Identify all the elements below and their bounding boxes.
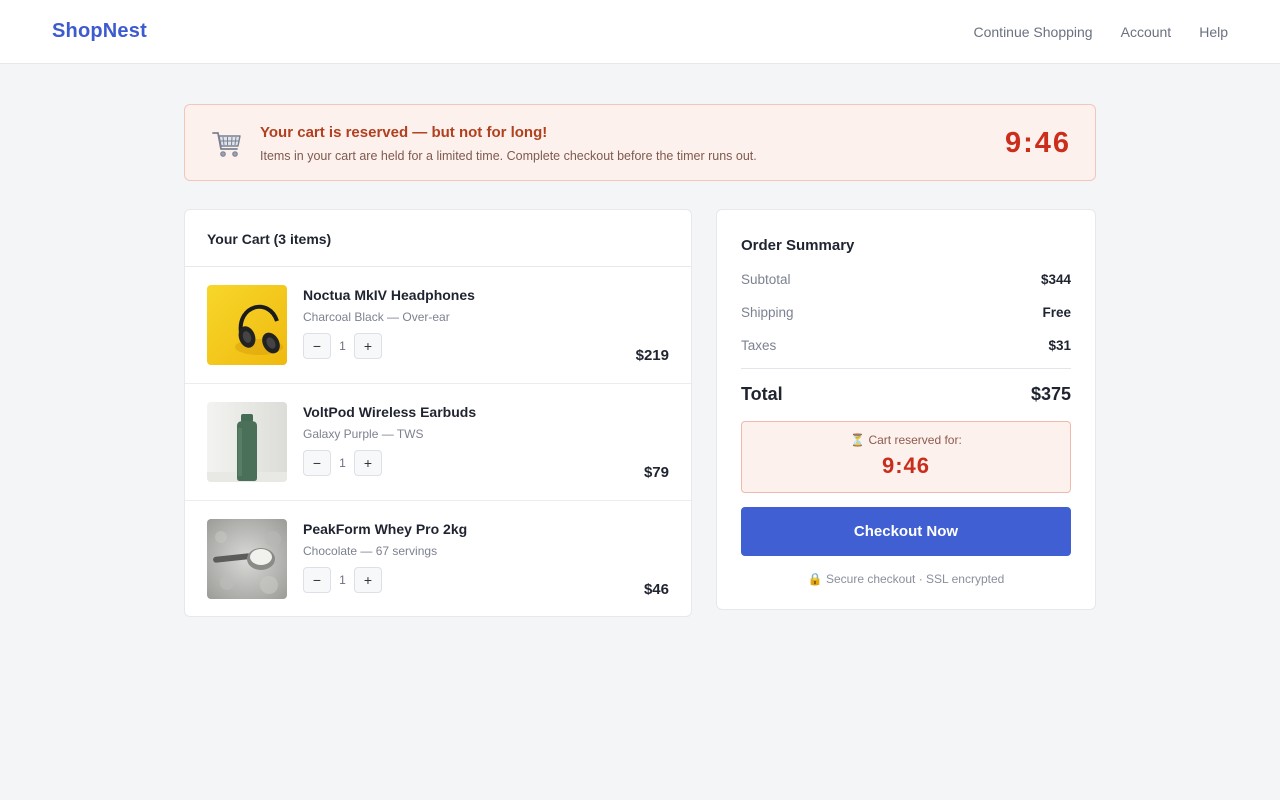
total-label: Total bbox=[741, 384, 783, 404]
increase-quantity-button[interactable]: + bbox=[354, 333, 382, 359]
summary-divider bbox=[741, 368, 1071, 369]
cart-item: PeakForm Whey Pro 2kg Chocolate — 67 ser… bbox=[185, 501, 691, 618]
banner-title: Your cart is reserved — but not for long… bbox=[260, 124, 548, 141]
total-value: $375 bbox=[1030, 384, 1071, 404]
product-image-headphones[interactable] bbox=[207, 285, 287, 365]
item-name[interactable]: Noctua MkIV Headphones bbox=[303, 287, 475, 303]
total-row: Total $375 bbox=[741, 384, 1071, 405]
decrease-quantity-button[interactable]: − bbox=[303, 333, 331, 359]
quantity-value: 1 bbox=[339, 339, 346, 353]
increase-quantity-button[interactable]: + bbox=[354, 567, 382, 593]
quantity-stepper: − 1 + bbox=[303, 450, 382, 476]
top-bar: ShopNest Continue Shopping Account Help bbox=[0, 0, 1280, 64]
item-name[interactable]: PeakForm Whey Pro 2kg bbox=[303, 521, 467, 537]
cart-reserved-box: ⏳ Cart reserved for: 9:46 bbox=[741, 421, 1071, 493]
subtotal-row: Subtotal $344 bbox=[741, 272, 1071, 287]
shipping-value: Free bbox=[1042, 305, 1071, 320]
taxes-row: Taxes $31 bbox=[741, 338, 1071, 353]
shopping-cart-icon bbox=[212, 132, 241, 157]
checkout-button[interactable]: Checkout Now bbox=[741, 507, 1071, 556]
subtotal-label: Subtotal bbox=[741, 272, 791, 287]
item-variant: Galaxy Purple — TWS bbox=[303, 427, 424, 441]
cart-item: Noctua MkIV Headphones Charcoal Black — … bbox=[185, 267, 691, 384]
cart-reserved-timer: 9:46 bbox=[881, 453, 931, 478]
taxes-value: $31 bbox=[1048, 338, 1071, 353]
main-nav: Continue Shopping Account Help bbox=[974, 24, 1229, 40]
nav-continue-shopping[interactable]: Continue Shopping bbox=[974, 24, 1093, 40]
order-summary-panel: Order Summary Subtotal $344 Shipping Fre… bbox=[716, 209, 1096, 610]
banner-text: Items in your cart are held for a limite… bbox=[260, 149, 757, 163]
quantity-stepper: − 1 + bbox=[303, 567, 382, 593]
cart-item: VoltPod Wireless Earbuds Galaxy Purple —… bbox=[185, 384, 691, 501]
nav-help[interactable]: Help bbox=[1199, 24, 1228, 40]
taxes-label: Taxes bbox=[741, 338, 777, 353]
product-image-whey[interactable] bbox=[207, 519, 287, 599]
item-price: $219 bbox=[635, 347, 669, 364]
brand-logo[interactable]: ShopNest bbox=[52, 20, 147, 43]
order-summary-title: Order Summary bbox=[741, 237, 855, 254]
item-variant: Charcoal Black — Over-ear bbox=[303, 310, 450, 324]
item-name[interactable]: VoltPod Wireless Earbuds bbox=[303, 404, 476, 420]
decrease-quantity-button[interactable]: − bbox=[303, 567, 331, 593]
cart-title: Your Cart (3 items) bbox=[185, 210, 691, 267]
countdown-timer: 9:46 bbox=[1004, 127, 1071, 159]
reservation-banner: Your cart is reserved — but not for long… bbox=[184, 104, 1096, 181]
secure-checkout-note: 🔒 Secure checkout · SSL encrypted bbox=[807, 572, 1005, 586]
product-image-earbuds[interactable] bbox=[207, 402, 287, 482]
quantity-value: 1 bbox=[339, 456, 346, 470]
decrease-quantity-button[interactable]: − bbox=[303, 450, 331, 476]
cart-reserved-label: ⏳ Cart reserved for: bbox=[850, 433, 962, 447]
subtotal-value: $344 bbox=[1040, 272, 1071, 287]
increase-quantity-button[interactable]: + bbox=[354, 450, 382, 476]
item-price: $79 bbox=[643, 464, 669, 481]
item-variant: Chocolate — 67 servings bbox=[303, 544, 438, 558]
item-price: $46 bbox=[643, 581, 669, 598]
nav-account[interactable]: Account bbox=[1121, 24, 1172, 40]
quantity-value: 1 bbox=[339, 573, 346, 587]
shipping-label: Shipping bbox=[741, 305, 794, 320]
cart-panel: Your Cart (3 items) Noctua MkIV Headphon… bbox=[184, 209, 692, 617]
shipping-row: Shipping Free bbox=[741, 305, 1071, 320]
quantity-stepper: − 1 + bbox=[303, 333, 382, 359]
